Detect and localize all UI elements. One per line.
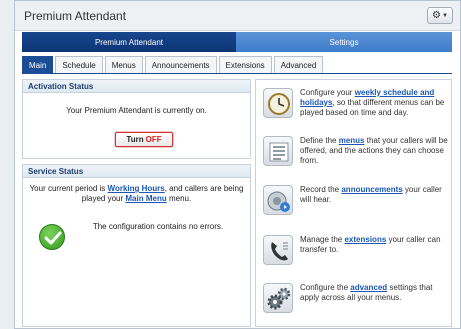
feature-extensions-pre: Manage the bbox=[300, 235, 345, 244]
check-icon bbox=[39, 224, 65, 250]
nav-premium-attendant[interactable]: Premium Attendant bbox=[22, 32, 236, 52]
feature-advanced-pre: Configure the bbox=[300, 283, 351, 292]
feature-announcements-text: Record the announcements your caller wil… bbox=[300, 185, 452, 205]
feature-advanced: Configure the advanced settings that app… bbox=[263, 283, 449, 323]
tab-menus[interactable]: Menus bbox=[104, 56, 143, 73]
service-status-heading: Service Status bbox=[23, 165, 250, 178]
chevron-down-icon: ▼ bbox=[442, 12, 448, 19]
turn-off-state: OFF bbox=[145, 135, 162, 144]
window-title: Premium Attendant bbox=[24, 9, 127, 23]
menu-list-icon[interactable] bbox=[263, 136, 293, 166]
main-menu-link[interactable]: Main Menu bbox=[125, 194, 166, 203]
tab-announcements[interactable]: Announcements bbox=[144, 56, 217, 73]
activation-status-heading: Activation Status bbox=[23, 80, 250, 93]
announcements-link[interactable]: announcements bbox=[341, 185, 402, 194]
top-navigation: Premium Attendant Settings bbox=[22, 32, 452, 52]
gear-icon: ⚙ bbox=[432, 9, 441, 21]
configuration-ok-text: The configuration contains no errors. bbox=[92, 222, 224, 231]
feature-schedule: Configure your weekly schedule and holid… bbox=[263, 88, 449, 128]
tab-extensions[interactable]: Extensions bbox=[218, 56, 272, 73]
clock-icon[interactable] bbox=[263, 88, 293, 118]
feature-menus-text: Define the menus that your callers will … bbox=[300, 136, 452, 166]
settings-menu-button[interactable]: ⚙ ▼ bbox=[427, 7, 453, 24]
extensions-link[interactable]: extensions bbox=[344, 235, 386, 244]
title-bar: Premium Attendant ⚙ ▼ bbox=[15, 1, 460, 31]
speaker-icon[interactable] bbox=[263, 185, 293, 215]
service-status-panel: Service Status Your current period is Wo… bbox=[22, 164, 251, 327]
activation-status-text: Your Premium Attendant is currently on. bbox=[66, 106, 207, 115]
turn-off-button[interactable]: Turn OFF bbox=[115, 132, 173, 147]
activation-status-panel: Activation Status Your Premium Attendant… bbox=[22, 79, 251, 159]
tab-underline bbox=[22, 73, 452, 74]
feature-list-panel: Configure your weekly schedule and holid… bbox=[255, 79, 452, 327]
feature-announcements: Record the announcements your caller wil… bbox=[263, 185, 449, 225]
nav-settings[interactable]: Settings bbox=[236, 32, 452, 52]
advanced-link[interactable]: advanced bbox=[350, 283, 387, 292]
turn-off-label: Turn bbox=[126, 135, 144, 144]
feature-advanced-text: Configure the advanced settings that app… bbox=[300, 283, 452, 303]
tab-main[interactable]: Main bbox=[22, 56, 54, 73]
feature-announcements-pre: Record the bbox=[300, 185, 342, 194]
feature-schedule-text: Configure your weekly schedule and holid… bbox=[300, 88, 452, 118]
premium-attendant-window: Premium Attendant ⚙ ▼ Premium Attendant … bbox=[14, 0, 461, 329]
feature-menus: Define the menus that your callers will … bbox=[263, 136, 449, 176]
feature-menus-pre: Define the bbox=[300, 136, 339, 145]
gears-icon[interactable] bbox=[263, 283, 293, 313]
feature-extensions: Manage the extensions your caller can tr… bbox=[263, 235, 449, 275]
service-period-text: Your current period is Working Hours, an… bbox=[29, 184, 244, 204]
tab-schedule[interactable]: Schedule bbox=[55, 56, 103, 73]
tab-advanced[interactable]: Advanced bbox=[273, 56, 324, 73]
feature-schedule-pre: Configure your bbox=[300, 88, 355, 97]
service-text-3: menu. bbox=[166, 194, 192, 203]
tab-bar: Main Schedule Menus Announcements Extens… bbox=[22, 56, 325, 73]
working-hours-link[interactable]: Working Hours bbox=[108, 184, 165, 193]
feature-extensions-text: Manage the extensions your caller can tr… bbox=[300, 235, 452, 255]
service-text-1: Your current period is bbox=[29, 184, 108, 193]
menus-link[interactable]: menus bbox=[339, 136, 365, 145]
phone-icon[interactable] bbox=[263, 235, 293, 265]
